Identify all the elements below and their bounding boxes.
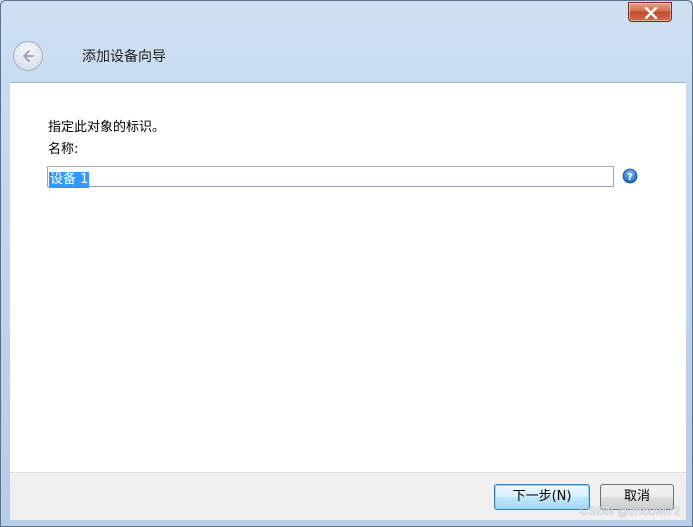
- instruction-text: 指定此对象的标识。: [48, 120, 166, 135]
- close-icon: [644, 7, 658, 19]
- name-input[interactable]: 设备 1: [47, 166, 614, 188]
- back-arrow-icon: [23, 50, 34, 62]
- back-button[interactable]: [13, 41, 43, 71]
- wizard-content: 指定此对象的标识。 名称: 设备 1 ?: [10, 82, 686, 472]
- name-input-value: 设备 1: [49, 172, 90, 188]
- close-button[interactable]: [628, 2, 672, 22]
- wizard-title: 添加设备向导: [82, 49, 166, 65]
- help-icon[interactable]: ?: [622, 168, 638, 184]
- watermark: CSDN @zhouwl72: [579, 504, 680, 518]
- name-label: 名称:: [48, 142, 79, 157]
- next-button[interactable]: 下一步(N): [494, 484, 590, 510]
- wizard-window: 添加设备向导 指定此对象的标识。 名称: 设备 1 ? 下一步(N) 取消 CS…: [0, 0, 693, 527]
- svg-text:?: ?: [627, 172, 633, 183]
